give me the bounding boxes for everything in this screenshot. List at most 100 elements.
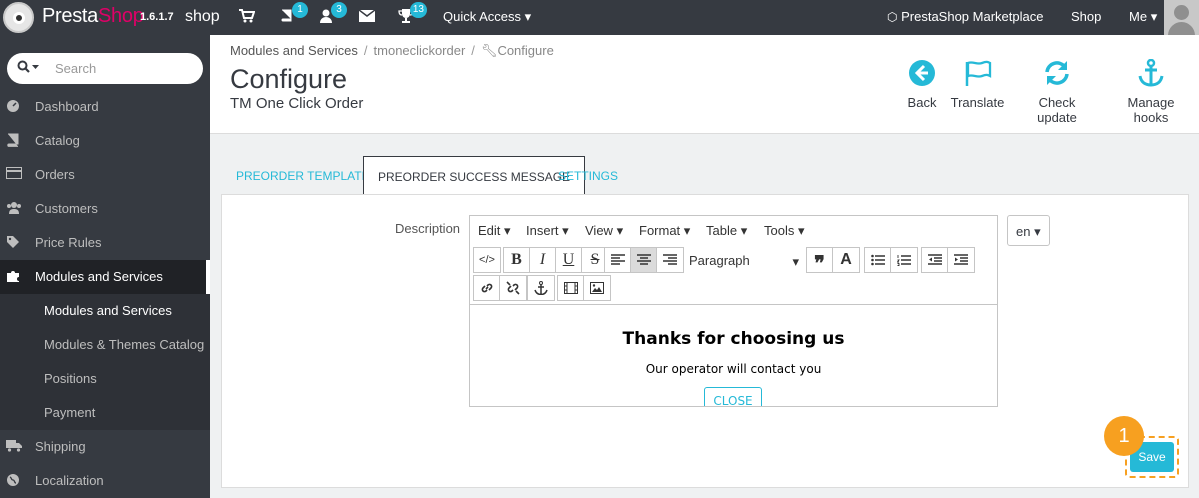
link-group: [473, 275, 527, 301]
sidebar-item-label: Catalog: [35, 133, 80, 148]
video-film-icon[interactable]: [558, 276, 584, 300]
numbered-list-icon[interactable]: [891, 248, 917, 272]
language-value: en: [1016, 224, 1031, 239]
menu-tools[interactable]: Tools ▾: [764, 223, 805, 239]
refresh-icon: [1043, 59, 1071, 87]
manage-hooks-button[interactable]: Manage hooks: [1109, 58, 1193, 125]
menu-label: Insert: [526, 223, 559, 238]
language-dropdown[interactable]: en ▾: [1007, 215, 1050, 246]
trophy-icon[interactable]: 13: [397, 2, 427, 25]
puzzle-icon: [6, 269, 22, 283]
sidebar-item-label: Dashboard: [35, 99, 99, 114]
check-update-button[interactable]: Check update: [1017, 59, 1097, 125]
sidebar-item-catalog[interactable]: Catalog: [0, 124, 210, 158]
breadcrumb-item[interactable]: Modules and Services: [230, 43, 358, 58]
me-dropdown[interactable]: Me ▾: [1129, 9, 1157, 25]
envelope-icon[interactable]: [358, 9, 376, 25]
menu-view[interactable]: View ▾: [585, 223, 623, 239]
menu-edit[interactable]: Edit ▾: [478, 223, 511, 239]
bullet-list-icon[interactable]: [865, 248, 891, 272]
sidebar-item-localization[interactable]: Localization: [0, 464, 210, 498]
menu-label: Edit: [478, 223, 501, 238]
menu-insert[interactable]: Insert ▾: [526, 223, 569, 239]
breadcrumb-item[interactable]: tmoneclickorder: [374, 43, 466, 58]
form-panel: Description Edit ▾ Insert ▾ View ▾ Forma…: [221, 194, 1189, 488]
unlink-icon[interactable]: [500, 276, 526, 300]
outdent-icon[interactable]: [922, 248, 948, 272]
marketplace-link[interactable]: ⬡ PrestaShop Marketplace: [887, 9, 1043, 24]
sidebar-subitem-positions[interactable]: Positions: [0, 362, 210, 396]
search-icon[interactable]: [17, 60, 41, 77]
content-text: Our operator will contact you: [645, 362, 822, 376]
customers-user-icon[interactable]: 3: [317, 2, 347, 25]
truck-icon: [6, 439, 22, 453]
anchor-group: [527, 275, 555, 301]
list-group: [864, 247, 918, 273]
tab-settings[interactable]: SETTINGS: [558, 156, 618, 194]
align-group: [604, 247, 684, 273]
page-header: Modules and Services / tmoneclickorder / 🔧︎C…: [210, 35, 1199, 134]
content-close-button: CLOSE: [704, 387, 762, 406]
sidebar-item-price-rules[interactable]: Price Rules: [0, 226, 210, 260]
page-subtitle: TM One Click Order: [230, 95, 364, 112]
source-code-group: </>: [473, 247, 501, 273]
sidebar-item-customers[interactable]: Customers: [0, 192, 210, 226]
quick-access-dropdown[interactable]: Quick Access ▾: [443, 9, 531, 25]
sidebar-item-shipping[interactable]: Shipping: [0, 430, 210, 464]
orders-book-icon[interactable]: 1: [278, 2, 308, 25]
align-center-icon[interactable]: [631, 248, 657, 272]
cart-icon[interactable]: [238, 9, 256, 25]
bold-icon[interactable]: B: [504, 248, 530, 272]
align-left-icon[interactable]: [605, 248, 631, 272]
link-icon[interactable]: [474, 276, 500, 300]
customers-badge: 3: [331, 2, 347, 18]
menu-table[interactable]: Table ▾: [706, 223, 747, 239]
indent-icon[interactable]: [948, 248, 974, 272]
check-update-label: Check update: [1037, 95, 1077, 125]
shop-name-link[interactable]: shop: [185, 8, 220, 26]
sidebar-subitem-label: Modules and Services: [44, 303, 172, 318]
wrench-icon: 🔧︎: [480, 43, 498, 58]
me-label: Me: [1129, 9, 1148, 24]
arrow-left-circle-icon: [908, 59, 936, 87]
flag-icon: [964, 59, 992, 87]
sidebar-subitem-payment[interactable]: Payment: [0, 396, 210, 430]
search-box[interactable]: [7, 53, 203, 84]
blockquote-icon[interactable]: ❞: [807, 248, 833, 275]
content-heading: Thanks for choosing us: [622, 329, 845, 349]
logo-presta: Presta: [42, 5, 99, 27]
quote-color-group: ❞ A: [806, 247, 860, 275]
source-code-icon[interactable]: </>: [474, 248, 500, 272]
sidebar-item-dashboard[interactable]: Dashboard: [0, 90, 210, 124]
user-avatar[interactable]: [1164, 0, 1199, 35]
shop-link[interactable]: Shop: [1071, 9, 1101, 24]
menu-format[interactable]: Format ▾: [639, 223, 690, 239]
italic-icon[interactable]: I: [530, 248, 556, 272]
sidebar-item-modules[interactable]: Modules and Services: [0, 260, 210, 294]
puzzle-icon: ⬡: [887, 10, 898, 24]
breadcrumb: Modules and Services / tmoneclickorder / 🔧︎C…: [230, 43, 554, 58]
underline-icon[interactable]: U: [556, 248, 582, 272]
prestashop-logo-icon[interactable]: [3, 2, 34, 33]
caret-down-icon: ▾: [1034, 224, 1041, 239]
align-right-icon[interactable]: [657, 248, 683, 272]
editor-menubar: Edit ▾ Insert ▾ View ▾ Format ▾ Table ▾ …: [470, 216, 997, 244]
translate-button[interactable]: Translate: [950, 59, 1005, 110]
tab-preorder-success-message[interactable]: PREORDER SUCCESS MESSAGE: [363, 156, 586, 194]
search-input[interactable]: [55, 59, 195, 77]
text-style-group: B I U S: [503, 247, 609, 273]
image-icon[interactable]: [584, 276, 610, 300]
back-button[interactable]: Back: [904, 59, 940, 110]
sidebar: Dashboard Catalog Orders Customers Price…: [0, 35, 210, 498]
format-select[interactable]: Paragraph ▾: [685, 248, 801, 274]
text-color-icon[interactable]: A: [833, 248, 859, 272]
editor-content-area[interactable]: Thanks for choosing us Our operator will…: [470, 304, 997, 406]
sidebar-subitem-modules-and-services[interactable]: Modules and Services: [0, 294, 210, 328]
logo-text[interactable]: PrestaShop: [42, 5, 144, 28]
anchor-icon[interactable]: [528, 276, 554, 300]
tab-preorder-template[interactable]: PREORDER TEMPLATE: [236, 156, 370, 194]
menu-label: Tools: [764, 223, 795, 238]
format-select-value: Paragraph: [689, 253, 750, 268]
sidebar-subitem-modules-themes-catalog[interactable]: Modules & Themes Catalog: [0, 328, 210, 362]
sidebar-item-orders[interactable]: Orders: [0, 158, 210, 192]
